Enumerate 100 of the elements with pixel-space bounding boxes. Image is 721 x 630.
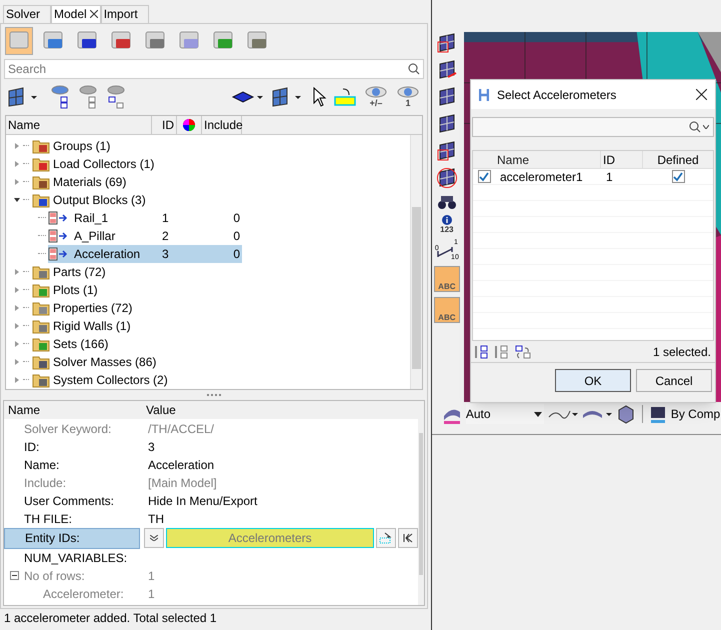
column-header[interactable]: Value	[146, 400, 176, 419]
row-checkbox[interactable]	[478, 170, 490, 183]
selection-count: 1 selected.	[652, 344, 711, 360]
tree-row[interactable]: Acceleration 3 0	[48, 244, 242, 263]
folder-icon	[32, 174, 50, 190]
search-field[interactable]: Search	[4, 58, 424, 79]
color-by-icon[interactable]	[648, 405, 667, 423]
invert-selection-icon[interactable]	[515, 344, 531, 358]
close-icon[interactable]	[90, 10, 98, 18]
tree-item[interactable]: Properties (72)	[53, 298, 132, 317]
tree-item-include: 0	[232, 246, 240, 263]
column-header[interactable]: Defined	[643, 151, 713, 168]
eye-icon	[397, 86, 419, 98]
panel-tab[interactable]: Solver	[3, 4, 51, 23]
property-name: Name:	[24, 456, 60, 474]
tree-item[interactable]: Groups (1)	[53, 136, 110, 155]
folder-icon	[32, 372, 50, 388]
isolate-button[interactable]: 1	[395, 86, 421, 108]
tree-row[interactable]: Rail_1 1 0	[48, 208, 242, 227]
column-header[interactable]: Name	[4, 400, 146, 419]
collapsed-arrow-icon[interactable]	[14, 178, 20, 185]
tree-item[interactable]: Materials (69)	[53, 172, 126, 191]
check-all-icon[interactable]	[475, 344, 489, 358]
splitter-handle-icon[interactable]	[207, 394, 221, 396]
show-unchecked-icon[interactable]	[77, 84, 99, 109]
label-button[interactable]: ABC	[434, 266, 460, 292]
property-name: No of rows:	[24, 568, 85, 585]
reset-button[interactable]	[398, 528, 418, 548]
property-name: Accelerometer:	[42, 586, 124, 603]
tree-item-id: 2	[162, 228, 170, 245]
info-button[interactable]: 123	[440, 215, 454, 234]
property-value: TH	[147, 510, 164, 528]
tree-item[interactable]: Rigid Walls (1)	[53, 316, 131, 335]
column-header[interactable]: ID	[152, 116, 177, 134]
scrollbar[interactable]	[418, 418, 424, 605]
collapsed-arrow-icon[interactable]	[14, 142, 20, 149]
panel-tab[interactable]: Model	[51, 4, 101, 23]
tree-item[interactable]: Solver Masses (86)	[53, 352, 156, 371]
tree-item-id: 1	[162, 210, 170, 227]
tree-item[interactable]: Sets (166)	[53, 334, 108, 353]
accelerometer-id: 1	[605, 168, 614, 186]
app-logo-icon	[479, 88, 489, 102]
swap-visibility-icon[interactable]	[105, 84, 127, 109]
highlight-icon[interactable]	[333, 86, 357, 107]
ruler-icon	[436, 247, 453, 257]
reselect-button[interactable]	[376, 528, 396, 548]
tree-item-name: Acceleration	[74, 246, 142, 263]
tree-item[interactable]: Output Blocks (3)	[53, 190, 146, 209]
output-block-icon	[48, 210, 68, 225]
collapsed-arrow-icon[interactable]	[14, 322, 20, 329]
toggle-visibility-button[interactable]: +/–	[363, 86, 389, 108]
close-icon[interactable]	[696, 89, 707, 100]
folder-icon	[32, 354, 50, 370]
render-mode-dropdown[interactable]: Auto	[466, 404, 544, 424]
property-name[interactable]: Entity IDs:	[4, 528, 140, 549]
label-button[interactable]: ABC	[434, 297, 460, 323]
collapsed-arrow-icon[interactable]	[14, 340, 20, 347]
property-name: ID:	[24, 438, 40, 456]
collapsed-arrow-icon[interactable]	[14, 304, 20, 311]
folder-icon	[32, 336, 50, 352]
tree-item[interactable]: Load Collectors (1)	[53, 154, 154, 173]
collapsed-arrow-icon[interactable]	[14, 376, 20, 383]
folder-icon	[32, 156, 50, 172]
defined-checkbox[interactable]	[672, 170, 684, 183]
search-icon	[408, 62, 420, 75]
dialog-button[interactable]: Cancel	[636, 369, 712, 392]
column-header[interactable]: Name	[495, 151, 601, 168]
color-by-label[interactable]: By Comp	[670, 405, 720, 423]
column-header[interactable]: Name	[6, 116, 152, 134]
collapsed-arrow-icon[interactable]	[14, 286, 20, 293]
tree-item[interactable]: Plots (1)	[53, 280, 98, 299]
tree-item-name: Rail_1	[74, 210, 110, 227]
folder-icon	[32, 138, 50, 154]
eye-icon	[365, 86, 387, 98]
tree-row[interactable]: A_Pillar 2 0	[48, 226, 242, 245]
property-name: Solver Keyword:	[24, 420, 112, 438]
uncheck-all-icon[interactable]	[495, 344, 509, 358]
property-name: Include:	[24, 474, 66, 492]
expanded-arrow-icon[interactable]	[14, 196, 20, 203]
component-dropdown-icon[interactable]	[231, 88, 265, 105]
property-value: /TH/ACCEL/	[147, 420, 214, 438]
filter-field[interactable]	[472, 117, 714, 137]
binoculars-icon[interactable]	[436, 194, 457, 210]
cursor-icon[interactable]	[313, 86, 327, 107]
collapsed-arrow-icon[interactable]	[14, 358, 20, 365]
mesh-circle-icon[interactable]	[436, 167, 458, 189]
column-header[interactable]: Include	[202, 116, 242, 134]
scrollbar[interactable]	[410, 134, 422, 389]
property-name: NUM_VARIABLES:	[24, 550, 128, 567]
collapsed-arrow-icon[interactable]	[14, 160, 20, 167]
caret-icon[interactable]	[703, 125, 709, 129]
collapsed-arrow-icon[interactable]	[14, 268, 20, 275]
dropdown-button[interactable]	[144, 528, 164, 548]
column-header[interactable]: ID	[601, 151, 643, 168]
tree-item[interactable]: System Collectors (2)	[53, 370, 168, 389]
dialog-button[interactable]: OK	[555, 369, 631, 392]
show-checked-icon[interactable]	[49, 84, 71, 109]
tree-item[interactable]: Parts (72)	[53, 262, 106, 281]
folder-icon	[32, 264, 50, 280]
panel-tab[interactable]: Import	[100, 4, 149, 23]
